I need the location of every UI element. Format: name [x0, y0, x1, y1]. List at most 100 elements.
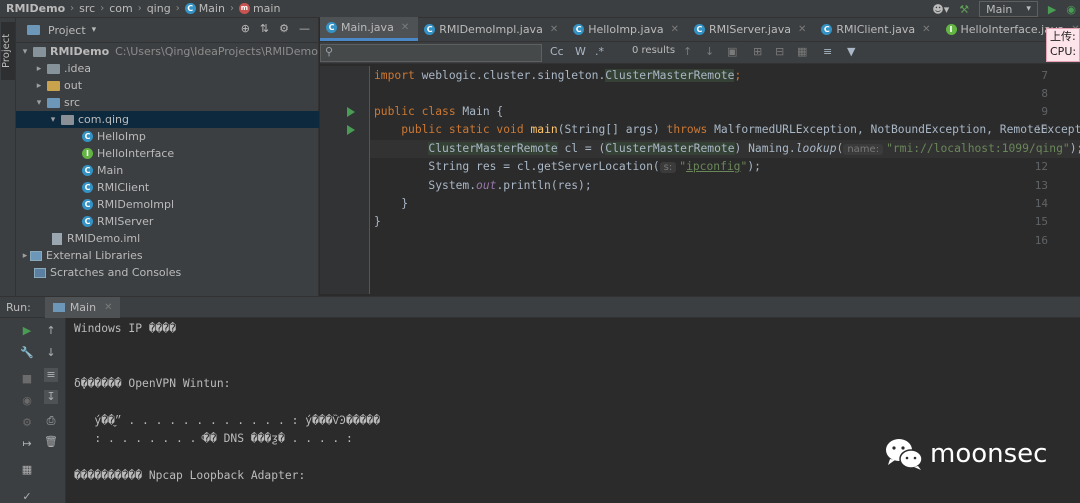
project-panel-title[interactable]: Project	[48, 24, 86, 37]
breadcrumb-src[interactable]: src ›	[79, 2, 109, 15]
run-configuration-select[interactable]: Main ▾	[979, 1, 1038, 17]
close-icon[interactable]: ✕	[922, 24, 930, 35]
run-gutter-icon[interactable]	[347, 125, 355, 135]
project-tool-tab[interactable]: Project	[1, 22, 15, 80]
tab-label: HelloImp.java	[588, 23, 663, 36]
tree-item-label: RMIDemoImpl	[97, 198, 174, 211]
chevron-down-icon[interactable]: ▾	[20, 47, 30, 57]
close-icon[interactable]: ✕	[671, 24, 679, 35]
tree-item-rmiclient[interactable]: C RMIClient	[16, 179, 319, 196]
breadcrumb-main-method[interactable]: m main	[239, 2, 280, 15]
match-case-button[interactable]: Cc	[550, 45, 564, 58]
breadcrumb-com[interactable]: com ›	[109, 2, 147, 15]
tab-rmiclient-java[interactable]: C RMIClient.java ✕	[815, 17, 939, 41]
tree-item-rmidemo[interactable]: ▾ RMIDemo C:\Users\Qing\IdeaProjects\RMI…	[16, 43, 319, 60]
whole-words-button[interactable]: W	[575, 45, 586, 58]
camera-icon[interactable]: ◉	[20, 394, 34, 408]
build-hammer-icon[interactable]: ⚒	[959, 3, 969, 16]
chevron-down-icon[interactable]: ▾	[92, 25, 97, 35]
filter-settings-icon[interactable]: ≡	[823, 45, 832, 58]
run-icon[interactable]: ▶	[1048, 3, 1056, 16]
up-arrow-icon[interactable]: ↑	[44, 324, 58, 338]
tree-item-label: RMIServer	[97, 215, 153, 228]
locate-target-icon[interactable]: ⊕	[241, 22, 250, 35]
close-icon[interactable]: ✕	[798, 24, 806, 35]
login-icon[interactable]: ↦	[20, 437, 34, 451]
tree-item-src[interactable]: ▾ src	[16, 94, 319, 111]
chevron-down-icon[interactable]: ▾	[34, 98, 44, 108]
stop-icon[interactable]: ■	[20, 372, 34, 386]
chevron-right-icon[interactable]: ▸	[34, 64, 44, 74]
tree-item-main[interactable]: C Main	[16, 162, 319, 179]
down-arrow-icon[interactable]: ↓	[44, 346, 58, 360]
wrench-icon[interactable]: 🔧	[20, 346, 34, 360]
upload-label: 上传:	[1050, 29, 1079, 44]
tree-item-label: src	[64, 96, 80, 109]
project-path: C:\Users\Qing\IdeaProjects\RMIDemo	[115, 45, 318, 58]
console-line: : . . . . . . . ͨ�� DNS ���ƺ�׺ . . . . :	[74, 432, 353, 446]
soft-wrap-icon[interactable]: ≡	[44, 368, 58, 382]
tree-item-external-libraries[interactable]: ▸ External Libraries	[16, 247, 319, 264]
breadcrumb-main-class[interactable]: C Main ›	[185, 2, 239, 15]
tab-rmiserver-java[interactable]: C RMIServer.java ✕	[688, 17, 815, 41]
breadcrumb-qing[interactable]: qing ›	[147, 2, 185, 15]
layout-icon[interactable]: ▦	[20, 463, 34, 477]
tree-item-hellointerface[interactable]: I HelloInterface	[16, 145, 319, 162]
remove-occurrence-icon[interactable]: ⊟	[775, 45, 784, 58]
tab-rmidemoimpl-java[interactable]: C RMIDemoImpl.java ✕	[418, 17, 567, 41]
scroll-to-end-icon[interactable]: ↧	[44, 390, 58, 404]
select-all-icon[interactable]: ▣	[727, 45, 737, 58]
close-icon[interactable]: ✕	[550, 24, 558, 35]
close-icon[interactable]: ✕	[104, 302, 112, 313]
code-line-11: ClusterMasterRemote cl = (ClusterMasterR…	[370, 140, 1080, 158]
console-output[interactable]: Windows IP ���� δ֪������ OpenVPN Wintun:…	[74, 322, 101, 465]
tree-item-label: Scratches and Consoles	[50, 266, 181, 279]
chevron-right-icon[interactable]: ▸	[34, 81, 44, 91]
settings-icon[interactable]: ⚙	[20, 416, 34, 430]
tree-item-com-qing[interactable]: ▾ com.qing	[16, 111, 319, 128]
tree-item-label: .idea	[64, 62, 91, 75]
tree-item-scratches[interactable]: Scratches and Consoles	[16, 264, 319, 281]
run-gutter-icon[interactable]	[347, 107, 355, 117]
class-icon: C	[424, 24, 435, 35]
tab-main-java[interactable]: C Main.java ✕	[320, 17, 418, 41]
chevron-right-icon[interactable]: ▸	[20, 251, 30, 261]
tree-item-out[interactable]: ▸ out	[16, 77, 319, 94]
class-icon: C	[82, 165, 93, 176]
rerun-icon[interactable]: ▶	[20, 324, 34, 338]
tab-helloimp-java[interactable]: C HelloImp.java ✕	[567, 17, 688, 41]
filter-icon[interactable]: ▼	[847, 45, 855, 58]
next-occurrence-icon[interactable]: ↓	[705, 45, 714, 58]
add-occurrence-icon[interactable]: ⊞	[753, 45, 762, 58]
method-icon: m	[239, 3, 250, 14]
user-icon[interactable]: ☻▾	[932, 3, 949, 16]
class-icon: C	[821, 24, 832, 35]
run-tab-main[interactable]: Main ✕	[45, 297, 121, 318]
tree-item-rmiserver[interactable]: C RMIServer	[16, 213, 319, 230]
tree-item-label: HelloInterface	[97, 147, 174, 160]
close-icon[interactable]: ✕	[401, 22, 409, 33]
run-tab-label: Main	[70, 301, 96, 314]
debug-icon[interactable]: ◉	[1066, 3, 1076, 16]
tree-item-iml[interactable]: RMIDemo.iml	[16, 230, 319, 247]
pin-icon[interactable]: ✓	[20, 490, 34, 503]
select-all-occurrences-icon[interactable]: ▦	[797, 45, 807, 58]
tree-item-label: RMIClient	[97, 181, 149, 194]
class-icon: C	[82, 182, 93, 193]
code-line-7: import weblogic.cluster.singleton.Cluste…	[374, 69, 741, 82]
search-input[interactable]	[320, 44, 542, 62]
tree-item-rmidemoimpl[interactable]: C RMIDemoImpl	[16, 196, 319, 213]
breadcrumb-project[interactable]: RMIDemo ›	[6, 2, 79, 15]
collapse-all-icon[interactable]: ⇅	[260, 22, 269, 35]
trash-icon[interactable]: 🗑	[44, 435, 58, 449]
print-icon[interactable]: ⎙	[44, 414, 58, 428]
hide-icon[interactable]: —	[299, 22, 310, 35]
tree-item-idea[interactable]: ▸ .idea	[16, 60, 319, 77]
tree-item-helloimp[interactable]: C HelloImp	[16, 128, 319, 145]
regex-icon[interactable]: .*	[595, 45, 604, 58]
previous-occurrence-icon[interactable]: ↑	[683, 45, 692, 58]
code-area[interactable]: 7 8 9 10 11 12 13 14 15 16 import weblog…	[320, 66, 1080, 294]
gear-icon[interactable]: ⚙	[279, 22, 289, 35]
search-icon: ⚲	[325, 45, 333, 58]
chevron-down-icon[interactable]: ▾	[48, 115, 58, 125]
